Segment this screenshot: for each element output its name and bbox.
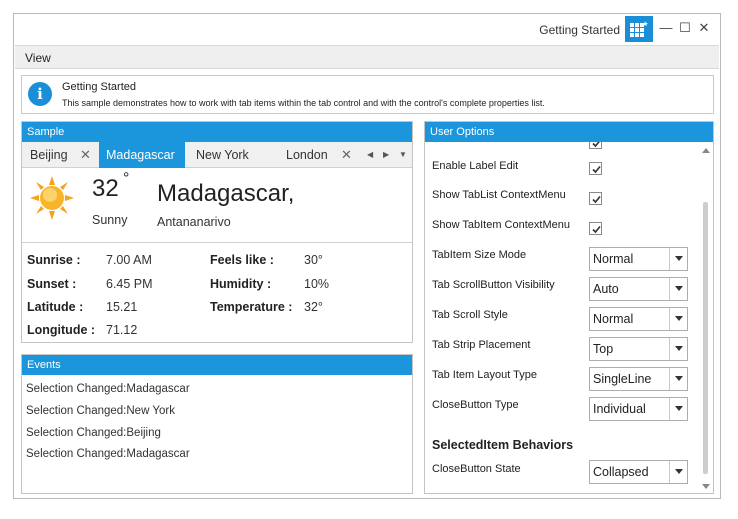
show-tablist-contextmenu-checkbox[interactable] (589, 192, 602, 205)
tab-beijing[interactable]: Beijing (30, 142, 68, 168)
tab-scrollbutton-visibility-label: Tab ScrollButton Visibility (432, 279, 555, 291)
tab-strip-placement-select[interactable]: Top (589, 337, 688, 361)
close-icon[interactable]: ✕ (341, 142, 352, 168)
latitude-value: 15.21 (106, 300, 138, 314)
longitude-value: 71.12 (106, 323, 138, 337)
list-item: Selection Changed:Madagascar (26, 383, 190, 395)
info-description: This sample demonstrates how to work wit… (62, 98, 545, 108)
city-name: Madagascar, (157, 180, 295, 207)
events-header: Events (22, 355, 412, 375)
sunrise-label: Sunrise : (27, 253, 81, 267)
latitude-label: Latitude : (27, 300, 84, 314)
checkbox-hidden[interactable] (589, 142, 602, 149)
scroll-left-icon[interactable]: ◀ (367, 142, 373, 168)
chevron-down-icon[interactable] (669, 461, 687, 483)
chevron-down-icon[interactable] (669, 308, 687, 330)
feels-like-value: 30° (304, 253, 323, 267)
tab-scrollbutton-visibility-select[interactable]: Auto (589, 277, 688, 301)
minimize-button[interactable]: — (659, 20, 673, 36)
chevron-down-icon[interactable] (669, 278, 687, 300)
closebutton-state-select[interactable]: Collapsed (589, 460, 688, 484)
combo-value: Normal (593, 312, 634, 326)
feels-like-label: Feels like : (210, 253, 274, 267)
chevron-down-icon[interactable] (669, 398, 687, 420)
temperature-detail-value: 32° (304, 300, 323, 314)
menu-view[interactable]: View (25, 51, 51, 65)
temperature-value: 32 (92, 175, 119, 202)
menu-bar: View (15, 45, 719, 69)
tab-item-layout-type-select[interactable]: SingleLine (589, 367, 688, 391)
combo-value: Auto (593, 282, 619, 296)
list-item: Selection Changed:New York (26, 405, 175, 417)
events-panel: Events Selection Changed:Madagascar Sele… (21, 354, 413, 494)
closebutton-state-label: CloseButton State (432, 463, 521, 475)
tab-new-york[interactable]: New York (196, 142, 249, 168)
tab-scroll-style-select[interactable]: Normal (589, 307, 688, 331)
combo-value: Collapsed (593, 465, 649, 479)
sample-panel: Sample Beijing ✕ Madagascar New York Lon… (21, 121, 413, 343)
tabitem-size-mode-select[interactable]: Normal (589, 247, 688, 271)
info-title: Getting Started (62, 81, 136, 93)
combo-value: SingleLine (593, 372, 652, 386)
selecteditem-behaviors-heading: SelectedItem Behaviors (432, 438, 574, 452)
sample-header: Sample (22, 122, 412, 142)
info-icon: i (28, 82, 52, 106)
tab-strip-placement-label: Tab Strip Placement (432, 339, 531, 351)
weather-condition: Sunny (92, 213, 128, 227)
list-item: Selection Changed:Madagascar (26, 448, 190, 460)
humidity-value: 10% (304, 277, 330, 291)
scroll-down-icon[interactable] (702, 484, 710, 489)
combo-value: Top (593, 342, 614, 356)
sunset-label: Sunset : (27, 277, 77, 291)
maximize-button[interactable]: ☐ (678, 20, 692, 36)
combo-value: Normal (593, 252, 634, 266)
tab-scroll-style-label: Tab Scroll Style (432, 309, 508, 321)
close-button[interactable]: ✕ (697, 20, 711, 36)
main-window: Getting Started — ☐ ✕ View i Getting Sta… (13, 13, 721, 499)
tab-strip: Beijing ✕ Madagascar New York London ✕ ◀… (22, 142, 412, 168)
closebutton-type-label: CloseButton Type (432, 399, 519, 411)
chevron-down-icon[interactable] (669, 248, 687, 270)
humidity-label: Humidity : (210, 277, 272, 291)
longitude-label: Longitude : (27, 323, 96, 337)
sunset-value: 6.45 PM (106, 277, 153, 291)
show-tabitem-contextmenu-label: Show TabItem ContextMenu (432, 219, 570, 231)
title-bar: Getting Started — ☐ ✕ (14, 14, 720, 44)
tabitem-size-mode-label: TabItem Size Mode (432, 249, 527, 261)
degree-symbol: ° (123, 170, 130, 187)
show-tabitem-contextmenu-checkbox[interactable] (589, 222, 602, 235)
scrollbar-thumb[interactable] (703, 202, 708, 474)
sunrise-value: 7.00 AM (106, 253, 152, 267)
show-tablist-contextmenu-label: Show TabList ContextMenu (432, 189, 566, 201)
close-icon[interactable]: ✕ (80, 142, 91, 168)
tab-london[interactable]: London (286, 142, 328, 168)
combo-value: Individual (593, 402, 646, 416)
sun-icon (30, 176, 74, 220)
tab-list-dropdown-icon[interactable]: ▼ (399, 142, 407, 168)
scroll-right-icon[interactable]: ▶ (383, 142, 389, 168)
scroll-up-icon[interactable] (702, 148, 710, 153)
chevron-down-icon[interactable] (669, 338, 687, 360)
options-header: User Options (425, 122, 713, 142)
chevron-down-icon[interactable] (669, 368, 687, 390)
region-name: Antananarivo (157, 215, 231, 229)
grid-icon[interactable] (625, 16, 653, 42)
weather-summary: 32 ° Sunny Madagascar, Antananarivo (22, 169, 412, 243)
user-options-panel: User Options Enable Label Edit Show TabL… (424, 121, 714, 494)
list-item: Selection Changed:Beijing (26, 427, 161, 439)
tab-madagascar[interactable]: Madagascar (99, 142, 185, 168)
enable-label-edit-label: Enable Label Edit (432, 160, 519, 172)
window-title: Getting Started (539, 23, 620, 37)
info-banner: i Getting Started This sample demonstrat… (21, 75, 714, 114)
options-scrollbar[interactable] (699, 142, 713, 493)
closebutton-type-select[interactable]: Individual (589, 397, 688, 421)
options-list: Enable Label Edit Show TabList ContextMe… (425, 142, 697, 493)
temperature-label: Temperature : (210, 300, 293, 314)
tab-item-layout-type-label: Tab Item Layout Type (432, 369, 537, 381)
enable-label-edit-checkbox[interactable] (589, 162, 602, 175)
